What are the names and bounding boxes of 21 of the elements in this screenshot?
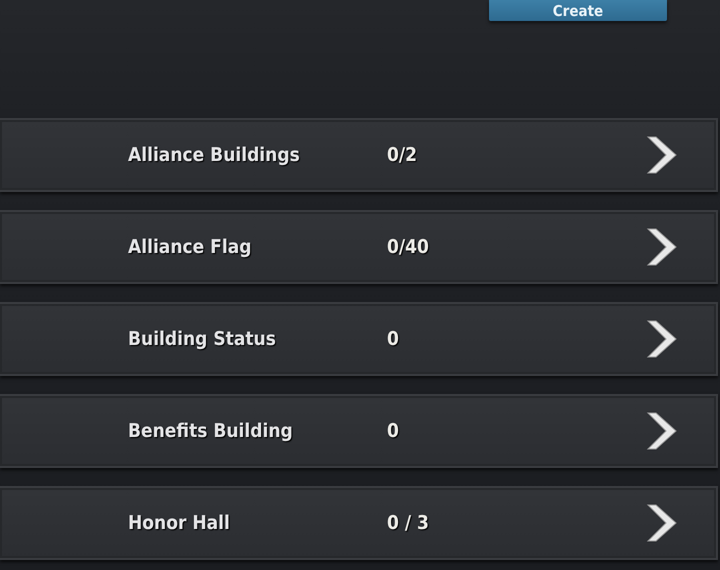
- menu-row[interactable]: Honor Hall 0 / 3: [0, 486, 718, 560]
- chevron-icon[interactable]: [646, 135, 678, 175]
- row-label: Benefits Building: [128, 420, 294, 442]
- row-value: 0/40: [387, 236, 430, 258]
- row-label: Building Status: [128, 328, 277, 350]
- menu-row[interactable]: Benefits Building 0: [0, 394, 718, 468]
- create-button[interactable]: Create: [489, 0, 667, 21]
- chevron-icon[interactable]: [646, 411, 678, 451]
- row-label: Honor Hall: [128, 512, 231, 534]
- row-value: 0: [387, 420, 400, 442]
- chevron-icon[interactable]: [646, 227, 678, 267]
- menu-row[interactable]: Building Status 0: [0, 302, 718, 376]
- row-label: Alliance Flag: [128, 236, 252, 258]
- row-value: 0: [387, 328, 400, 350]
- chevron-icon[interactable]: [646, 503, 678, 543]
- row-value: 0/2: [387, 144, 418, 166]
- chevron-icon[interactable]: [646, 319, 678, 359]
- row-value: 0 / 3: [387, 512, 430, 534]
- menu-row[interactable]: Alliance Flag 0/40: [0, 210, 718, 284]
- row-label: Alliance Buildings: [128, 144, 301, 166]
- menu-row[interactable]: Alliance Buildings 0/2: [0, 118, 718, 192]
